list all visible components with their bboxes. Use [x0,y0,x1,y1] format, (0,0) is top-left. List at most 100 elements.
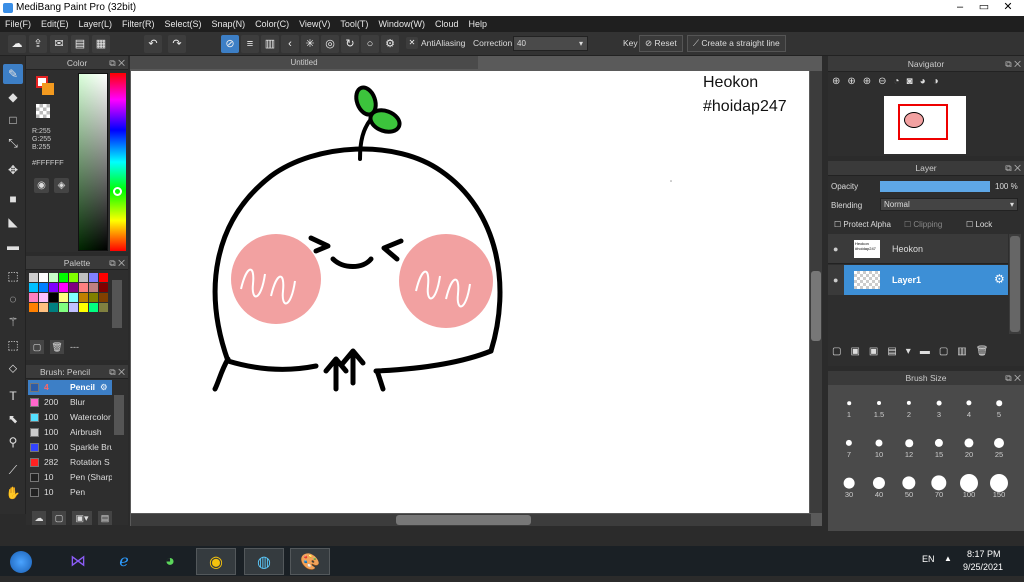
dot-tool-icon[interactable]: □ [3,110,23,130]
palette-swatch[interactable] [39,293,48,302]
palette-swatch[interactable] [89,273,98,282]
canvas-vertical-scrollbar[interactable] [810,71,822,513]
radial-snap-icon[interactable]: ✳ [301,35,319,53]
brush-item[interactable]: 100 Sparkle Brush [28,440,112,455]
gear-icon[interactable]: ⚙ [100,380,108,395]
brush-item[interactable]: 100 Airbrush [28,425,112,440]
palette-swatch[interactable] [49,293,58,302]
palette-swatch[interactable] [49,283,58,292]
paint-icon[interactable]: 🎨 [290,548,330,575]
move-tool-icon[interactable]: ✥ [3,160,23,180]
brush-item[interactable]: 10 Pen [28,485,112,500]
eraser-tool-icon[interactable]: ◆ [3,87,23,107]
layer-row-heokon[interactable]: ● Heokon #hoidap247 Heokon [828,234,1008,264]
medibang-icon[interactable]: ◍ [244,548,284,575]
panel-close-icon[interactable]: ⧉ ✕ [1005,371,1021,385]
palette-swatch[interactable] [49,273,58,282]
palette-swatch[interactable] [29,283,38,292]
vscroll-thumb[interactable] [811,271,821,341]
canvas-paper[interactable]: Heokon #hoidap247 [131,71,809,513]
trash-icon[interactable]: 🗑 [50,340,64,354]
menu-view[interactable]: View(V) [294,16,335,32]
palette-swatch[interactable] [59,283,68,292]
panel-close-icon[interactable]: ⧉ ✕ [1005,56,1021,72]
cross-snap-icon[interactable]: ▥ [261,35,279,53]
palette-swatch[interactable] [69,303,78,312]
brush-menu-icon[interactable]: ▣▾ [72,511,92,525]
palette-swatch[interactable] [29,293,38,302]
operation-tool-icon[interactable]: ⬉ [3,409,23,429]
brush-size-cell[interactable]: 3 [924,385,954,423]
menu-help[interactable]: Help [463,16,492,32]
palette-swatch[interactable] [69,283,78,292]
panel-close-icon[interactable]: ⧉ ✕ [109,256,125,270]
brush-size-cell[interactable]: 4 [954,385,984,423]
select-eraser-icon[interactable]: ⬦ [3,358,23,378]
brush-size-cell[interactable]: 12 [894,425,924,463]
hue-handle[interactable] [113,187,122,196]
clipping-checkbox[interactable]: ☐ Clipping [904,220,942,229]
panel-close-icon[interactable]: ⧉ ✕ [1005,161,1021,175]
menu-select[interactable]: Select(S) [160,16,207,32]
menu-color[interactable]: Color(C) [250,16,294,32]
palette-swatch[interactable] [89,283,98,292]
select-rect-icon[interactable]: ⬚ [3,266,23,286]
hue-slider[interactable] [110,73,126,251]
menu-filter[interactable]: Filter(R) [117,16,160,32]
background-color-swatch[interactable] [42,83,54,95]
parallel-snap-icon[interactable]: ≡ [241,35,259,53]
palette-swatch[interactable] [59,293,68,302]
palette-swatch[interactable] [99,293,108,302]
brush-item[interactable]: 200 Blur [28,395,112,410]
minimize-button[interactable]: – [948,0,972,14]
menu-tool[interactable]: Tool(T) [335,16,373,32]
palette-swatch[interactable] [99,273,108,282]
brush-tool-icon[interactable]: ✎ [3,64,23,84]
cloud-icon[interactable]: ☁ [8,35,26,53]
gear-icon[interactable]: ⚙ [994,272,1005,286]
straight-line-button[interactable]: ⟋ Create a straight line [687,35,786,52]
comment-icon[interactable]: ✉ [50,35,68,53]
palette-swatch[interactable] [69,293,78,302]
menu-cloud[interactable]: Cloud [430,16,464,32]
palette-swatch[interactable] [29,273,38,282]
select-pen-icon[interactable]: ⬚ [3,335,23,355]
navigator-thumbnail[interactable] [884,96,966,154]
document-icon[interactable]: ▦ [92,35,110,53]
palette-swatch[interactable] [79,273,88,282]
palette-icon[interactable]: ◉ [34,178,49,193]
undo-icon[interactable]: ↶ [144,35,162,53]
palette-swatch[interactable] [79,283,88,292]
brush-size-cell[interactable]: 15 [924,425,954,463]
palette-swatch[interactable] [89,293,98,302]
save-icon[interactable]: ▤ [71,35,89,53]
internet-explorer-icon[interactable]: ℯ [104,548,144,575]
palette-swatch[interactable] [79,303,88,312]
palette-swatch[interactable] [79,293,88,302]
clock-time[interactable]: 8:17 PM [967,549,1001,559]
canvas-tab[interactable]: Untitled [130,56,478,69]
blur-tool-icon[interactable]: ⤡ [3,133,23,153]
layer-actions-icons[interactable]: ▢▣▣▤▾▬▢▥🗑 [832,346,1018,362]
brush-size-cell[interactable]: 30 [834,465,864,503]
brush-size-cell[interactable]: 20 [954,425,984,463]
add-brush-icon[interactable]: ▢ [52,511,66,525]
layer-row-layer1[interactable]: ● Layer1 ⚙ [828,265,1008,295]
gradient-tool-icon[interactable]: ▬ [3,236,23,256]
layer-scrollbar-thumb[interactable] [1010,236,1020,332]
palette-swatch[interactable] [29,303,38,312]
brush-item[interactable]: 4 Pencil ⚙ [28,380,112,395]
antialiasing-checkbox[interactable]: ✕ [406,37,418,49]
snap-off-icon[interactable]: ⊘ [221,35,239,53]
visibility-icon[interactable]: ● [833,275,838,285]
dropper-icon[interactable]: ⟋ [3,460,23,480]
palette-swatch[interactable] [59,303,68,312]
palette-swatch[interactable] [39,273,48,282]
visibility-icon[interactable]: ● [833,244,838,254]
menu-window[interactable]: Window(W) [373,16,430,32]
chrome-icon[interactable]: ◉ [196,548,236,575]
brush-size-cell[interactable]: 40 [864,465,894,503]
eyedropper-icon[interactable]: ⚲ [3,432,23,452]
brush-size-cell[interactable]: 150 [984,465,1014,503]
layer-scrollbar[interactable] [1009,234,1021,334]
